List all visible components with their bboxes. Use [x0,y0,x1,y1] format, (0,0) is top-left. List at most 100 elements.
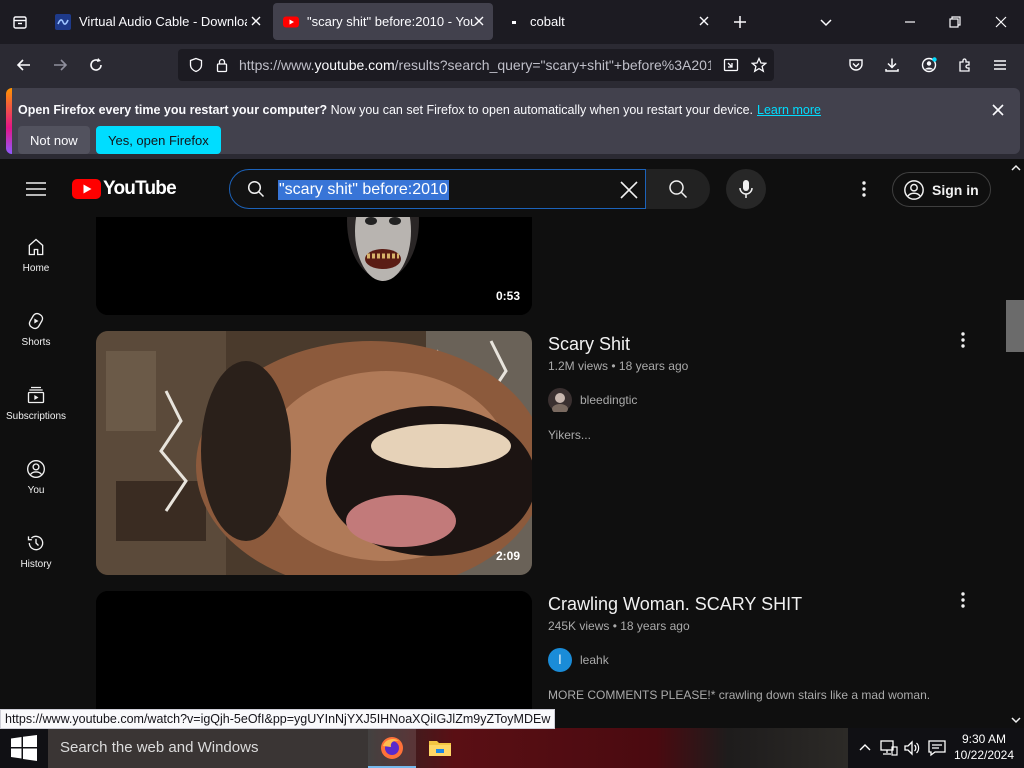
guide-menu-icon[interactable] [26,179,46,199]
cobalt-icon [512,20,516,24]
learn-more-link[interactable]: Learn more [757,103,821,117]
close-tab-icon[interactable] [696,13,712,29]
microphone-icon [739,180,753,198]
avatar: l [548,648,572,672]
sign-in-label: Sign in [932,181,979,198]
sidebar-item-you[interactable]: You [0,439,72,513]
clear-search-icon[interactable] [619,180,639,200]
taskbar-search-input[interactable]: Search the web and Windows [48,728,368,768]
hamburger-menu-icon[interactable] [992,57,1008,73]
action-center-icon[interactable] [928,739,946,757]
scroll-down-icon[interactable] [1008,713,1024,727]
tab-virtual-audio-cable[interactable]: Virtual Audio Cable - Download [45,3,270,40]
video-duration: 2:09 [495,549,520,563]
sidebar-item-shorts[interactable]: Shorts [0,291,72,365]
restore-icon[interactable] [947,14,963,30]
history-icon [27,535,44,551]
settings-more-icon[interactable] [854,179,874,199]
page-content: 0:53 2:09 Scary Shit 1.2M views • 18 yea… [0,161,1024,729]
lock-icon[interactable] [214,57,230,73]
thumbnail-image [96,331,532,575]
reload-icon[interactable] [88,57,104,73]
sidebar-item-history[interactable]: History [0,513,72,587]
infobar-bold-text: Open Firefox every time you restart your… [18,103,328,117]
taskbar-firefox[interactable] [368,728,416,768]
youtube-logo-icon [72,179,101,199]
tab-cobalt[interactable]: cobalt [496,3,718,40]
url-text[interactable]: https://www.youtube.com/results?search_q… [239,57,711,73]
tab-youtube-search[interactable]: "scary shit" before:2010 - YouTu [273,3,493,40]
subscriptions-icon [27,386,45,404]
url-prefix: https://www. [239,57,315,73]
video-description: MORE COMMENTS PLEASE!* crawling down sta… [548,688,931,702]
youtube-logo-text: YouTube [103,178,177,199]
chevron-up-icon[interactable] [857,740,873,756]
channel-link[interactable]: bleedingtic [548,388,637,412]
minimize-icon[interactable] [902,14,918,30]
youtube-header: YouTube "scary shit" before:2010 Sign in [0,161,1008,217]
channel-name[interactable]: bleedingtic [580,393,637,407]
video-thumbnail[interactable]: 2:09 [96,331,532,575]
scroll-up-icon[interactable] [1008,161,1024,175]
volume-icon[interactable] [903,739,921,757]
video-title[interactable]: Crawling Woman. SCARY SHIT [548,594,802,615]
bookmark-star-icon[interactable] [751,57,767,73]
downloads-icon[interactable] [884,57,900,73]
view-count: 245K views [548,619,610,633]
network-icon[interactable] [880,739,898,757]
video-meta: 1.2M views • 18 years ago [548,359,689,373]
channel-name[interactable]: leahk [580,653,609,667]
account-icon[interactable] [921,57,937,73]
sidebar-item-label: Home [22,263,50,274]
search-button[interactable] [646,169,710,209]
guide-sidebar: Home Shorts Subscriptions You History [0,217,72,729]
tab-title: Virtual Audio Cable - Download [79,14,247,29]
scrollbar-thumb[interactable] [1006,300,1024,352]
sidebar-item-home[interactable]: Home [0,217,72,291]
search-icon [669,180,688,199]
taskbar-clock[interactable]: 9:30 AM 10/22/2024 [950,731,1018,763]
windows-taskbar: Search the web and Windows 9:30 AM 10/22… [0,728,1024,768]
url-path: /results?search_query="scary+shit"+befor… [394,57,711,73]
channel-link[interactable]: l leahk [548,648,609,672]
sidebar-item-subscriptions[interactable]: Subscriptions [0,365,72,439]
clock-date: 10/22/2024 [953,748,1015,762]
more-options-icon[interactable] [953,590,973,610]
scrollbar[interactable] [1008,161,1024,729]
close-tab-icon[interactable] [471,13,487,29]
video-meta: 245K views • 18 years ago [548,619,690,633]
sidebar-item-label: Subscriptions [5,411,67,422]
close-icon[interactable] [990,102,1006,118]
clock-time: 9:30 AM [961,732,1007,746]
folder-icon [429,741,451,756]
pocket-icon[interactable] [848,57,864,73]
close-tab-icon[interactable] [248,13,264,29]
sign-in-button[interactable]: Sign in [892,172,991,207]
taskbar-file-explorer[interactable] [416,728,464,768]
address-bar[interactable]: https://www.youtube.com/results?search_q… [178,49,774,81]
more-options-icon[interactable] [953,330,973,350]
yes-open-firefox-button[interactable]: Yes, open Firefox [96,126,221,154]
shield-icon[interactable] [188,57,204,73]
tab-list-icon[interactable] [12,14,28,30]
youtube-logo[interactable]: YouTube [72,178,177,200]
not-now-button[interactable]: Not now [18,126,90,154]
user-icon [904,179,924,200]
search-input[interactable]: "scary shit" before:2010 [229,169,646,209]
new-tab-icon[interactable] [732,14,748,30]
extensions-icon[interactable] [957,57,973,73]
start-button[interactable] [0,728,48,768]
video-title[interactable]: Scary Shit [548,334,630,355]
shorts-icon [28,312,44,330]
back-icon[interactable] [16,57,32,73]
link-status-url: https://www.youtube.com/watch?v=igQjh-5e… [0,709,556,729]
chevron-down-icon[interactable] [818,14,834,30]
tab-strip: Virtual Audio Cable - Download "scary sh… [0,0,1024,44]
close-window-icon[interactable] [993,14,1009,30]
video-duration: 0:53 [495,289,520,303]
forward-icon[interactable] [52,57,68,73]
avatar [548,388,572,412]
voice-search-button[interactable] [726,169,766,209]
infobar-text: Now you can set Firefox to open automati… [327,103,754,117]
reader-mode-icon[interactable] [723,57,739,73]
